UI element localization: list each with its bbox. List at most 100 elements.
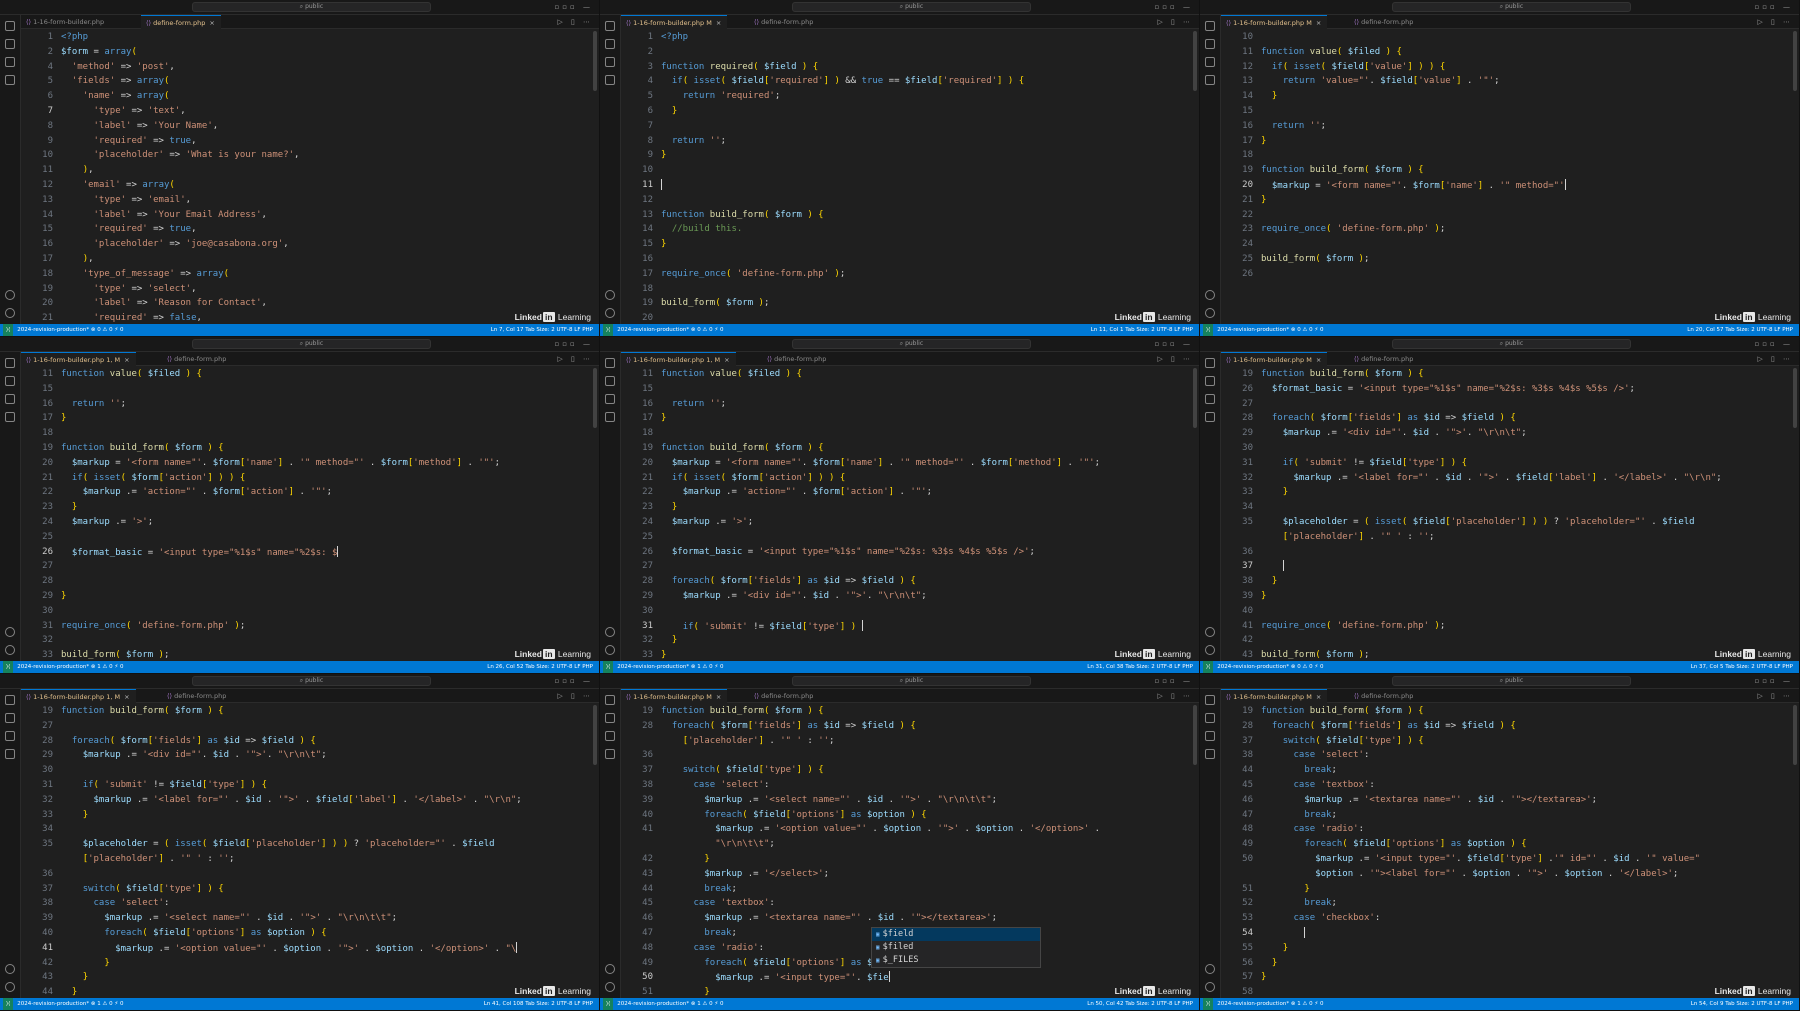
status-branch[interactable]: ⟩⟨ 2024-revision-production* ⊗ 0 ⚠ 0 ⚡ 0 (3, 324, 124, 336)
editor-actions-icon[interactable]: ▷ ▯ ⋯ (1757, 16, 1793, 28)
remote-indicator-icon[interactable]: ⟩⟨ (603, 998, 614, 1010)
settings-gear-icon[interactable] (5, 290, 15, 300)
command-center-search[interactable]: ⌕ public (1391, 339, 1632, 349)
explorer-icon[interactable] (1205, 358, 1215, 368)
account-icon[interactable] (605, 982, 615, 992)
layout-controls-icon[interactable]: ▫▫▫ — (1155, 677, 1193, 685)
source-control-icon[interactable] (1205, 376, 1215, 386)
run-debug-icon[interactable] (605, 731, 615, 741)
command-center-search[interactable]: ⌕ public (1391, 2, 1632, 12)
extensions-icon[interactable] (605, 75, 615, 85)
run-debug-icon[interactable] (1205, 731, 1215, 741)
explorer-icon[interactable] (605, 695, 615, 705)
account-icon[interactable] (1205, 645, 1215, 655)
code-editor[interactable]: 19 function build_form( $form ) {27 28 for… (21, 703, 599, 998)
code-editor[interactable]: 1 <?php 2 3 function required( $field ) {4 i… (621, 29, 1199, 324)
command-center-search[interactable]: ⌕ public (791, 676, 1032, 686)
status-cursor-position[interactable]: Ln 54, Col 9 Tab Size: 2 UTF-8 LF PHP (1691, 998, 1793, 1010)
editor-scrollbar[interactable] (1193, 368, 1197, 428)
extensions-icon[interactable] (5, 75, 15, 85)
layout-controls-icon[interactable]: ▫▫▫ — (555, 340, 593, 348)
editor-tab[interactable]: ⟨⟩ 1-16-form-builder.php M × (621, 15, 728, 29)
editor-scrollbar[interactable] (593, 705, 597, 765)
explorer-icon[interactable] (605, 21, 615, 31)
close-icon[interactable]: × (1316, 356, 1321, 364)
account-icon[interactable] (605, 645, 615, 655)
layout-controls-icon[interactable]: ▫▫▫ — (1755, 340, 1793, 348)
source-control-icon[interactable] (5, 376, 15, 386)
editor-tab[interactable]: ⟨⟩ 1-16-form-builder.php 1, M × (21, 689, 136, 703)
status-branch[interactable]: ⟩⟨ 2024-revision-production* ⊗ 0 ⚠ 0 ⚡ 0 (603, 324, 724, 336)
editor-scrollbar[interactable] (593, 31, 597, 91)
code-editor[interactable]: 10 11 function value( $filed ) {12 if( iss… (1221, 29, 1799, 324)
editor-actions-icon[interactable]: ▷ ▯ ⋯ (1757, 353, 1793, 365)
settings-gear-icon[interactable] (5, 964, 15, 974)
account-icon[interactable] (5, 308, 15, 318)
settings-gear-icon[interactable] (1205, 964, 1215, 974)
status-cursor-position[interactable]: Ln 7, Col 17 Tab Size: 2 UTF-8 LF PHP (491, 324, 593, 336)
editor-tab[interactable]: ⟨⟩ define-form.php (1349, 689, 1419, 703)
code-editor[interactable]: 19 function build_form( $form ) {26 $form… (1221, 366, 1799, 661)
editor-tab[interactable]: ⟨⟩ 1-16-form-builder.php 1, M × (621, 352, 736, 366)
account-icon[interactable] (1205, 982, 1215, 992)
layout-controls-icon[interactable]: ▫▫▫ — (1755, 3, 1793, 11)
close-icon[interactable]: × (716, 19, 721, 27)
status-cursor-position[interactable]: Ln 11, Col 1 Tab Size: 2 UTF-8 LF PHP (1091, 324, 1193, 336)
editor-tab[interactable]: ⟨⟩ define-form.php (162, 352, 232, 366)
editor-tab[interactable]: ⟨⟩ 1-16-form-builder.php 1, M × (21, 352, 136, 366)
command-center-search[interactable]: ⌕ public (191, 2, 432, 12)
editor-scrollbar[interactable] (593, 368, 597, 428)
close-icon[interactable]: × (209, 19, 214, 27)
code-editor[interactable]: 11 function value( $filed ) {15 16 return … (621, 366, 1199, 661)
settings-gear-icon[interactable] (605, 290, 615, 300)
command-center-search[interactable]: ⌕ public (791, 2, 1032, 12)
remote-indicator-icon[interactable]: ⟩⟨ (1203, 324, 1214, 336)
editor-actions-icon[interactable]: ▷ ▯ ⋯ (557, 16, 593, 28)
remote-indicator-icon[interactable]: ⟩⟨ (1203, 998, 1214, 1010)
editor-tab[interactable]: ⟨⟩ 1-16-form-builder.php M × (1221, 352, 1328, 366)
account-icon[interactable] (1205, 308, 1215, 318)
editor-actions-icon[interactable]: ▷ ▯ ⋯ (1157, 16, 1193, 28)
remote-indicator-icon[interactable]: ⟩⟨ (603, 324, 614, 336)
editor-tab[interactable]: ⟨⟩ define-form.php (1349, 352, 1419, 366)
editor-tab[interactable]: ⟨⟩ define-form.php (749, 689, 819, 703)
close-icon[interactable]: × (724, 356, 729, 364)
close-icon[interactable]: × (124, 356, 129, 364)
explorer-icon[interactable] (605, 358, 615, 368)
status-cursor-position[interactable]: Ln 37, Col 5 Tab Size: 2 UTF-8 LF PHP (1691, 661, 1793, 673)
close-icon[interactable]: × (716, 693, 721, 701)
editor-tab[interactable]: ⟨⟩ 1-16-form-builder.php (21, 15, 110, 29)
status-branch[interactable]: ⟩⟨ 2024-revision-production* ⊗ 1 ⚠ 0 ⚡ 0 (603, 661, 724, 673)
settings-gear-icon[interactable] (605, 627, 615, 637)
editor-actions-icon[interactable]: ▷ ▯ ⋯ (1157, 690, 1193, 702)
editor-actions-icon[interactable]: ▷ ▯ ⋯ (1157, 353, 1193, 365)
status-branch[interactable]: ⟩⟨ 2024-revision-production* ⊗ 0 ⚠ 0 ⚡ 0 (1203, 661, 1324, 673)
command-center-search[interactable]: ⌕ public (191, 339, 432, 349)
editor-tab[interactable]: ⟨⟩ define-form.php (749, 15, 819, 29)
explorer-icon[interactable] (5, 695, 15, 705)
code-editor[interactable]: 19 function build_form( $form ) {28 forea… (1221, 703, 1799, 998)
status-branch[interactable]: ⟩⟨ 2024-revision-production* ⊗ 1 ⚠ 0 ⚡ 0 (3, 998, 124, 1010)
layout-controls-icon[interactable]: ▫▫▫ — (1755, 677, 1793, 685)
source-control-icon[interactable] (1205, 39, 1215, 49)
extensions-icon[interactable] (1205, 412, 1215, 422)
extensions-icon[interactable] (5, 749, 15, 759)
status-cursor-position[interactable]: Ln 41, Col 108 Tab Size: 2 UTF-8 LF PHP (484, 998, 593, 1010)
editor-scrollbar[interactable] (1193, 31, 1197, 91)
command-center-search[interactable]: ⌕ public (791, 339, 1032, 349)
editor-actions-icon[interactable]: ▷ ▯ ⋯ (557, 690, 593, 702)
source-control-icon[interactable] (605, 39, 615, 49)
editor-scrollbar[interactable] (1793, 368, 1797, 428)
code-editor[interactable]: 11 function value( $filed ) {15 16 return … (21, 366, 599, 661)
editor-scrollbar[interactable] (1793, 705, 1797, 765)
run-debug-icon[interactable] (5, 57, 15, 67)
explorer-icon[interactable] (5, 358, 15, 368)
remote-indicator-icon[interactable]: ⟩⟨ (603, 661, 614, 673)
settings-gear-icon[interactable] (1205, 627, 1215, 637)
status-cursor-position[interactable]: Ln 26, Col 52 Tab Size: 2 UTF-8 LF PHP (487, 661, 593, 673)
explorer-icon[interactable] (5, 21, 15, 31)
source-control-icon[interactable] (5, 713, 15, 723)
settings-gear-icon[interactable] (605, 964, 615, 974)
status-branch[interactable]: ⟩⟨ 2024-revision-production* ⊗ 1 ⚠ 0 ⚡ 0 (1203, 998, 1324, 1010)
status-branch[interactable]: ⟩⟨ 2024-revision-production* ⊗ 1 ⚠ 0 ⚡ 0 (3, 661, 124, 673)
